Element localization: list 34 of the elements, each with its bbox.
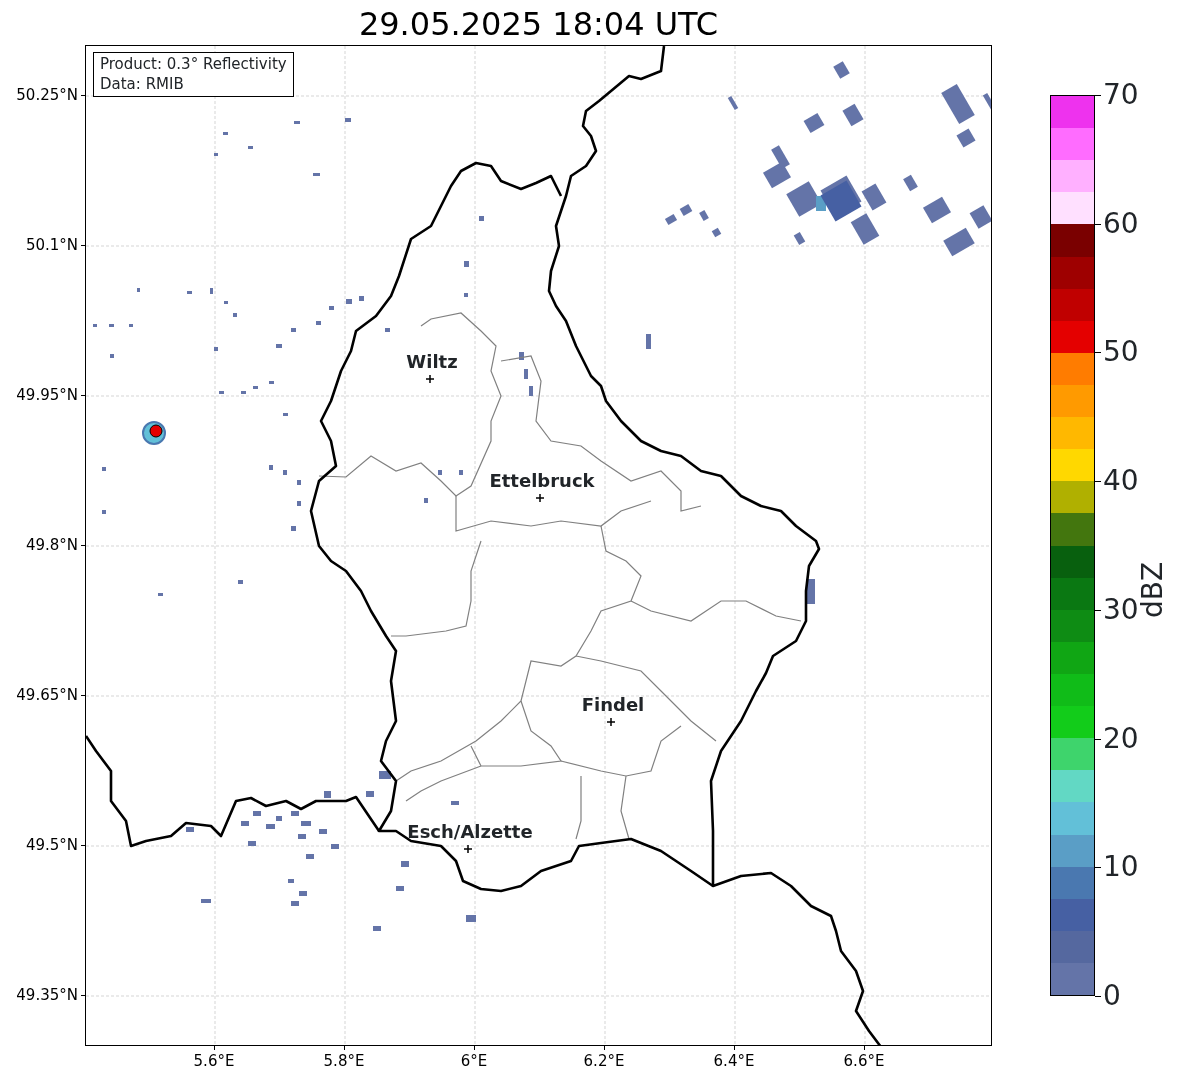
city-marker-icon (463, 844, 473, 854)
city-label: Wiltz (406, 353, 458, 371)
tick-label: 30 (1103, 595, 1139, 624)
tick-label: 49.95°N (16, 387, 78, 403)
chart-title: 29.05.2025 18:04 UTC (357, 4, 720, 45)
tick-label: 49.5°N (25, 837, 78, 853)
tick-label: 10 (1103, 853, 1139, 882)
tick-label: 6.2°E (583, 1054, 625, 1069)
tick-label: 50.25°N (16, 87, 78, 103)
city-marker-icon (606, 717, 616, 727)
city-label: Ettelbruck (489, 472, 595, 490)
tick-label: 5.6°E (193, 1054, 235, 1069)
info-text: Data: RMIB (100, 74, 185, 94)
axis-label: dBZ (1139, 561, 1167, 619)
info-text: Product: 0.3° Reflectivity (100, 55, 287, 75)
tick-label: 6.4°E (713, 1054, 755, 1069)
radar-site-icon (142, 421, 166, 445)
city-label: Findel (581, 696, 645, 714)
city-marker-icon (425, 374, 435, 384)
tick-label: 49.35°N (16, 987, 78, 1003)
tick-label: 50.1°N (25, 237, 78, 253)
tick-label: 49.65°N (16, 687, 78, 703)
tick-label: 60 (1103, 209, 1139, 238)
tick-label: 49.8°N (25, 537, 78, 553)
tick-label: 70 (1103, 81, 1139, 109)
city-marker-icon (535, 493, 545, 503)
tick-label: 5.8°E (323, 1054, 365, 1069)
tick-label: 20 (1103, 724, 1139, 753)
tick-label: 40 (1103, 467, 1139, 496)
city-label: Esch/Alzette (407, 823, 533, 841)
tick-label: 0 (1103, 982, 1121, 1010)
tick-label: 6.6°E (843, 1054, 885, 1069)
tick-label: 6°E (460, 1054, 488, 1069)
tick-label: 50 (1103, 338, 1139, 367)
